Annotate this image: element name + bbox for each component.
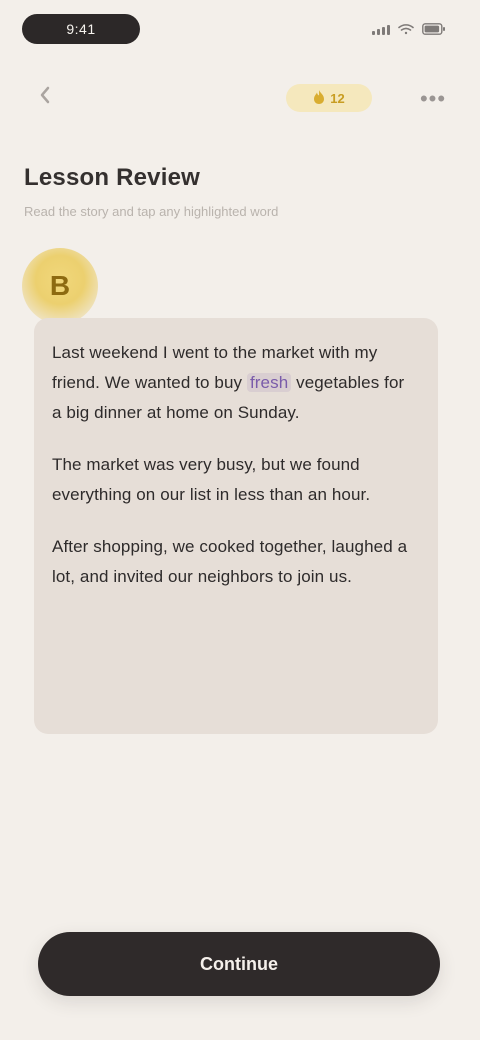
message-paragraph-1: Last weekend I went to the market with m…: [52, 338, 416, 428]
status-icons: [372, 20, 446, 38]
avatar: B: [22, 248, 98, 324]
message-card: Last weekend I went to the market with m…: [34, 318, 438, 734]
more-icon: •••: [419, 86, 447, 111]
message-paragraph-3: After shopping, we cooked together, laug…: [52, 537, 408, 586]
more-button[interactable]: •••: [416, 82, 450, 116]
top-navigation: 12 •••: [0, 70, 480, 126]
avatar-initial: B: [49, 270, 71, 301]
back-icon: [38, 85, 52, 110]
fire-icon: [313, 89, 325, 108]
page-title: Lesson Review: [24, 164, 201, 191]
streak-count: 12: [330, 90, 345, 106]
page-subtitle: Read the story and tap any highlighted w…: [24, 204, 279, 219]
status-bar: 9:41: [0, 0, 480, 70]
battery-icon: [422, 23, 446, 35]
highlighted-word[interactable]: fresh: [246, 373, 292, 392]
back-button[interactable]: [28, 80, 62, 114]
message-paragraph-2: The market was very busy, but we found e…: [52, 455, 371, 504]
continue-button[interactable]: Continue: [38, 932, 440, 996]
streak-badge: 12: [286, 84, 372, 112]
signal-icon: [372, 23, 390, 35]
status-time: 9:41: [22, 14, 140, 44]
wifi-icon: [398, 23, 414, 35]
